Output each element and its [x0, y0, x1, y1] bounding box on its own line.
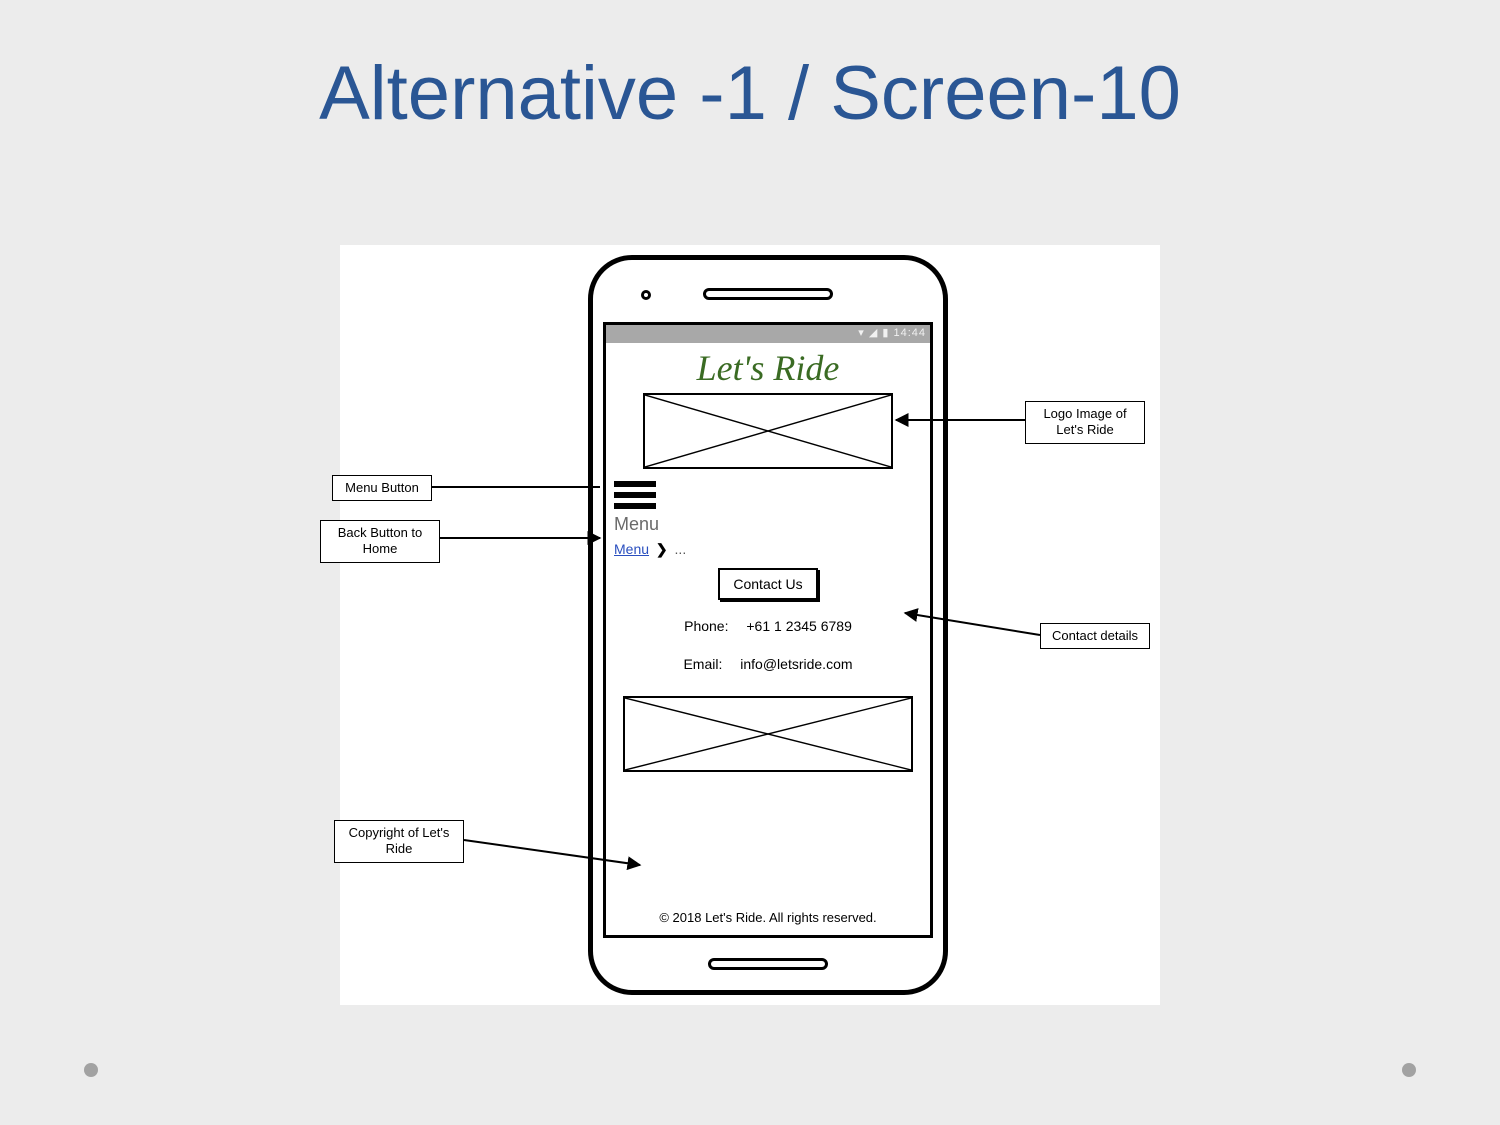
slide-dot-icon [1402, 1063, 1416, 1077]
breadcrumb-current: ... [675, 541, 687, 557]
contact-us-button[interactable]: Contact Us [718, 568, 818, 600]
status-bar: ▾ ◢ ▮ 14:44 [606, 325, 930, 343]
status-icons: ▾ ◢ ▮ 14:44 [858, 326, 926, 339]
copyright-text: © 2018 Let's Ride. All rights reserved. [606, 910, 930, 925]
phone-home-bar-icon [708, 958, 828, 970]
chevron-right-icon: ❯ [656, 541, 668, 557]
phone-label: Phone: [684, 618, 728, 634]
phone-frame: ▾ ◢ ▮ 14:44 Let's Ride Menu Menu ❯ ... C… [588, 255, 948, 995]
slide-title: Alternative -1 / Screen-10 [0, 50, 1500, 137]
breadcrumb-home-link[interactable]: Menu [614, 541, 649, 557]
annotation-menu-button: Menu Button [332, 475, 432, 501]
wifi-icon: ▾ [858, 327, 865, 339]
menu-button[interactable] [614, 481, 656, 509]
email-value: info@letsride.com [740, 656, 852, 672]
signal-icon: ◢ [869, 327, 878, 339]
status-time: 14:44 [893, 327, 926, 339]
content-image-placeholder [623, 696, 913, 772]
phone-camera-icon [641, 290, 651, 300]
email-row: Email: info@letsride.com [606, 656, 930, 672]
phone-speaker-icon [703, 288, 833, 300]
annotation-back-button: Back Button to Home [320, 520, 440, 563]
email-label: Email: [683, 656, 722, 672]
annotation-logo: Logo Image of Let's Ride [1025, 401, 1145, 444]
logo-image-placeholder [643, 393, 893, 469]
battery-icon: ▮ [882, 327, 889, 339]
app-title: Let's Ride [606, 343, 930, 391]
phone-screen: ▾ ◢ ▮ 14:44 Let's Ride Menu Menu ❯ ... C… [603, 322, 933, 938]
phone-row: Phone: +61 1 2345 6789 [606, 618, 930, 634]
wireframe-canvas: ▾ ◢ ▮ 14:44 Let's Ride Menu Menu ❯ ... C… [340, 245, 1160, 1005]
phone-value: +61 1 2345 6789 [746, 618, 852, 634]
menu-label: Menu [614, 514, 930, 535]
slide-dot-icon [84, 1063, 98, 1077]
annotation-copyright: Copyright of Let's Ride [334, 820, 464, 863]
annotation-contact-details: Contact details [1040, 623, 1150, 649]
breadcrumb: Menu ❯ ... [614, 541, 930, 558]
